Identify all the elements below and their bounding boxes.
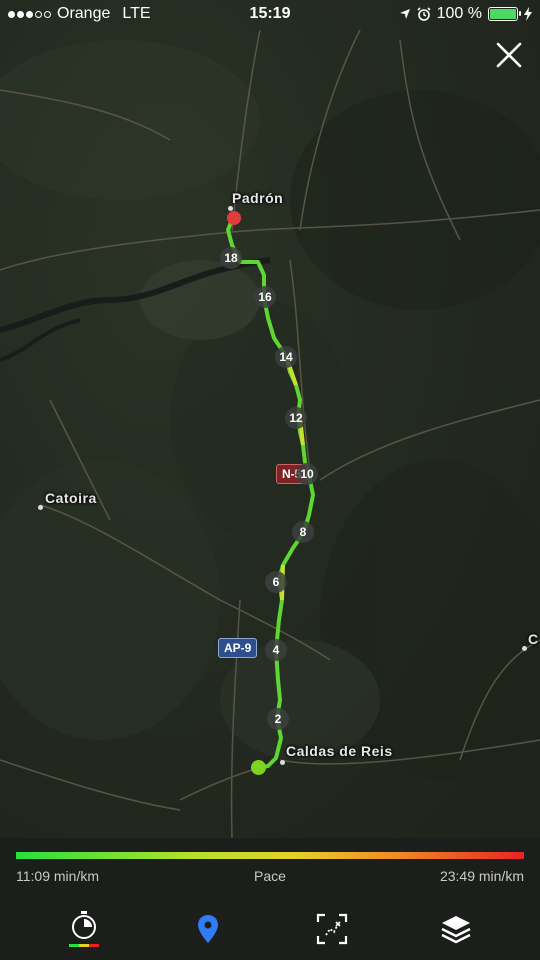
place-label-caldas: Caldas de Reis xyxy=(286,743,393,759)
charging-bolt-icon xyxy=(524,7,532,21)
km-marker: 10 xyxy=(296,463,318,485)
fit-route-icon xyxy=(316,913,348,945)
network-type: LTE xyxy=(122,5,151,22)
place-label-padron: Padrón xyxy=(232,190,284,206)
km-marker: 2 xyxy=(267,708,289,730)
map-layers-button[interactable] xyxy=(436,909,476,949)
place-dot-edge xyxy=(522,646,527,651)
km-marker: 16 xyxy=(254,286,276,308)
cell-signal-icon xyxy=(8,10,51,18)
km-marker: 18 xyxy=(220,247,242,269)
status-time: 15:19 xyxy=(249,5,291,22)
pace-overlay-button[interactable] xyxy=(64,909,104,949)
close-button[interactable] xyxy=(494,40,524,70)
place-dot-caldas xyxy=(280,760,285,765)
fit-route-button[interactable] xyxy=(312,909,352,949)
pace-legend: 11:09 min/km Pace 23:49 min/km xyxy=(0,838,540,898)
carrier-name: Orange xyxy=(57,5,111,22)
km-marker: 6 xyxy=(265,571,287,593)
km-marker: 4 xyxy=(265,639,287,661)
place-dot-catoira xyxy=(38,505,43,510)
route-end-marker[interactable] xyxy=(227,211,241,225)
place-label-edge: C xyxy=(528,631,539,647)
close-icon xyxy=(496,42,522,68)
place-label-catoira: Catoira xyxy=(45,490,97,506)
alarm-clock-icon xyxy=(417,7,431,21)
pace-gradient-bar xyxy=(16,852,524,859)
battery-icon xyxy=(488,7,521,21)
bottom-toolbar xyxy=(0,898,540,960)
battery-percent: 100 % xyxy=(436,5,482,22)
km-marker: 12 xyxy=(285,407,307,429)
km-marker: 8 xyxy=(292,521,314,543)
map-pin-icon xyxy=(198,915,218,943)
road-shield-ap9: AP-9 xyxy=(218,638,258,658)
pace-max-label: 23:49 min/km xyxy=(439,868,524,884)
status-bar: Orange LTE 15:19 100 % xyxy=(0,0,540,28)
map-location-button[interactable] xyxy=(188,909,228,949)
route-start-marker[interactable] xyxy=(251,760,266,775)
location-arrow-icon xyxy=(399,9,410,19)
stopwatch-pace-icon xyxy=(69,911,99,947)
layers-icon xyxy=(441,916,471,944)
km-marker: 14 xyxy=(275,346,297,368)
map-view[interactable]: Padrón Catoira Caldas de Reis C AP-9 N-5… xyxy=(0,0,540,838)
